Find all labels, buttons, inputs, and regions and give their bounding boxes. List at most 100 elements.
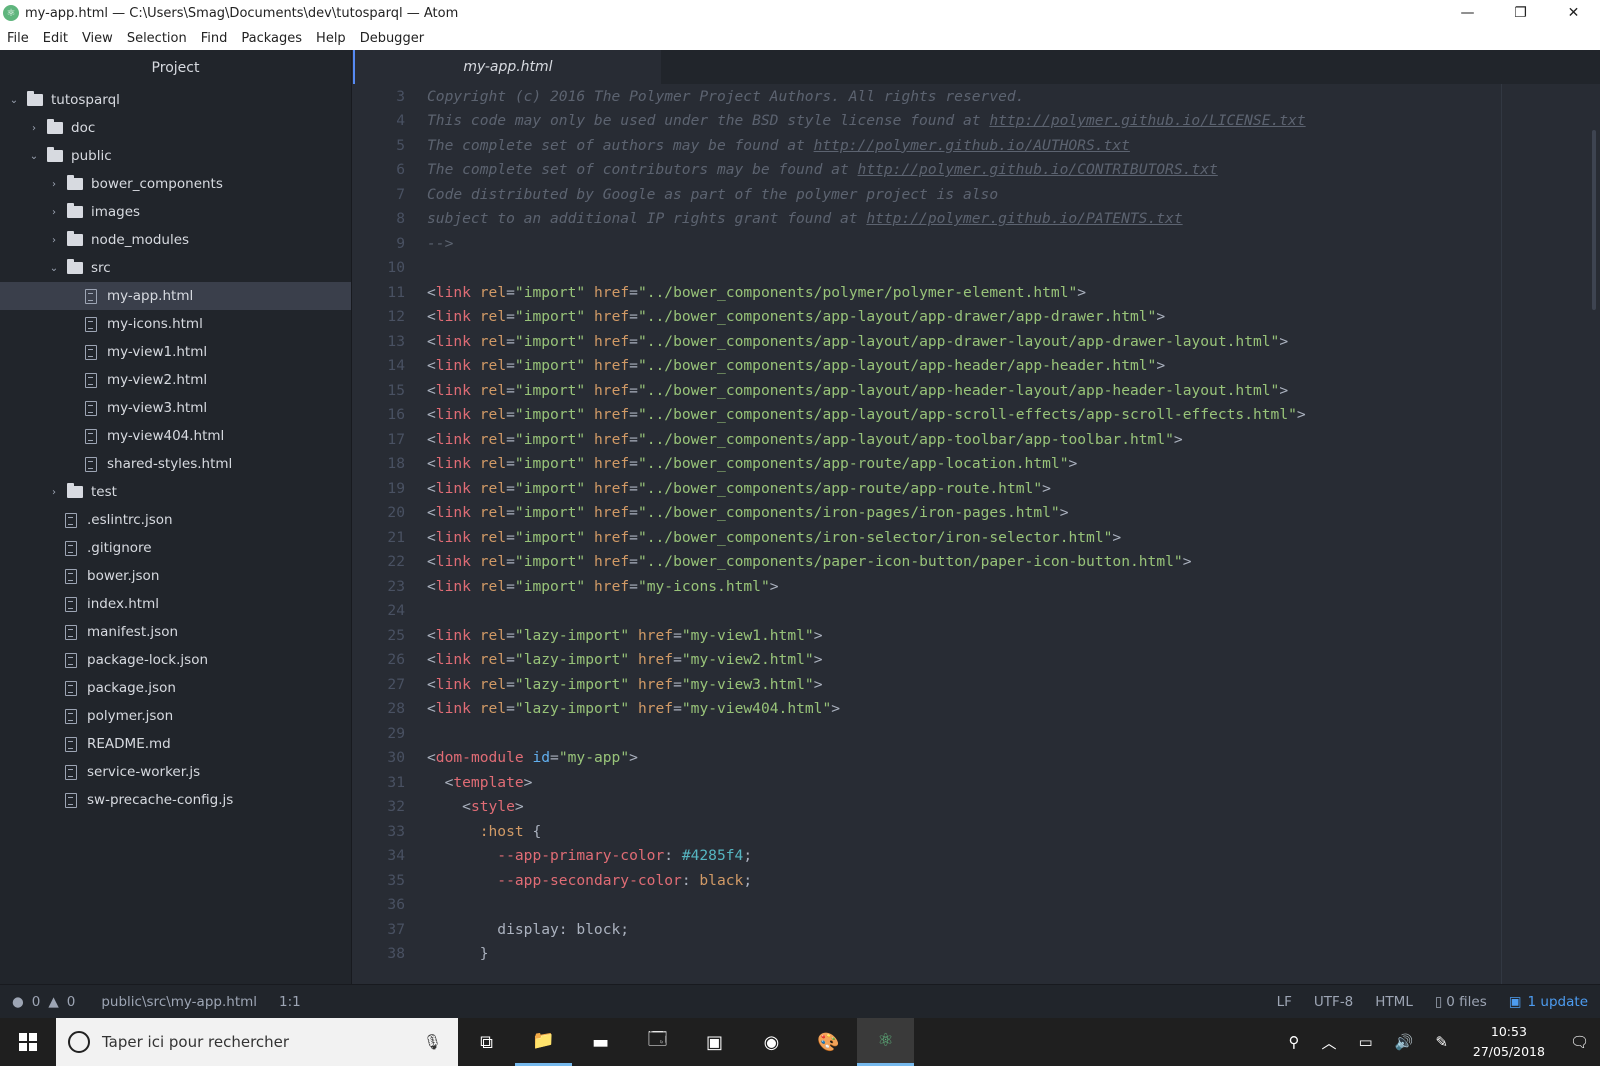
- tab-my-app-html[interactable]: my-app.html: [353, 50, 661, 84]
- chevron-down-icon[interactable]: ⌄: [47, 263, 61, 274]
- tree-item-images[interactable]: › images: [0, 198, 351, 226]
- code-line[interactable]: 14 <link rel="import" href="../bower_comp…: [353, 354, 1600, 379]
- console-app-icon[interactable]: ▣: [686, 1018, 743, 1066]
- code-line[interactable]: 24: [353, 599, 1600, 624]
- tree-item-shared-styles-html[interactable]: shared-styles.html: [0, 450, 351, 478]
- code-line[interactable]: 11 <link rel="import" href="../bower_comp…: [353, 280, 1600, 305]
- battery-icon[interactable]: ▭: [1358, 1033, 1372, 1051]
- menu-view[interactable]: View: [82, 31, 113, 46]
- code-line[interactable]: 26 <link rel="lazy-import" href="my-view2…: [353, 648, 1600, 673]
- chrome-icon[interactable]: ◉: [743, 1018, 800, 1066]
- code-line[interactable]: 17 <link rel="import" href="../bower_comp…: [353, 427, 1600, 452]
- code-line[interactable]: 15 <link rel="import" href="../bower_comp…: [353, 378, 1600, 403]
- tree-item-my-view404-html[interactable]: my-view404.html: [0, 422, 351, 450]
- code-area[interactable]: 3 Copyright (c) 2016 The Polymer Project …: [353, 84, 1600, 984]
- tree-item-doc[interactable]: › doc: [0, 114, 351, 142]
- volume-icon[interactable]: 🔊: [1395, 1033, 1414, 1051]
- chevron-down-icon[interactable]: ⌄: [27, 151, 41, 162]
- tree-item-tutosparql[interactable]: ⌄ tutosparql: [0, 86, 351, 114]
- tree-item-gitignore[interactable]: .gitignore: [0, 534, 351, 562]
- code-line[interactable]: 21 <link rel="import" href="../bower_comp…: [353, 525, 1600, 550]
- tree-item-my-icons-html[interactable]: my-icons.html: [0, 310, 351, 338]
- code-line[interactable]: 20 <link rel="import" href="../bower_comp…: [353, 501, 1600, 526]
- tree-item-manifest-json[interactable]: manifest.json: [0, 618, 351, 646]
- encoding[interactable]: UTF-8: [1314, 994, 1353, 1010]
- code-line[interactable]: 8 subject to an additional IP rights gran…: [353, 207, 1600, 232]
- start-button[interactable]: [0, 1018, 56, 1066]
- chevron-up-icon[interactable]: ︿: [1321, 1032, 1336, 1053]
- file-explorer-icon[interactable]: 📁: [515, 1018, 572, 1066]
- notifications-icon[interactable]: 🗨: [1570, 1033, 1589, 1051]
- task-view-icon[interactable]: ⧉: [458, 1018, 515, 1066]
- code-token[interactable]: http://polymer.github.io/CONTRIBUTORS.tx…: [858, 161, 1218, 178]
- git-files-status[interactable]: ▯ 0 files: [1435, 994, 1487, 1010]
- people-icon[interactable]: ⚲: [1288, 1033, 1299, 1051]
- code-line[interactable]: 4 This code may only be used under the BS…: [353, 109, 1600, 134]
- terminal-icon[interactable]: ▬: [572, 1018, 629, 1066]
- tree-item-package-json[interactable]: package.json: [0, 674, 351, 702]
- chevron-right-icon[interactable]: ›: [47, 207, 61, 218]
- tree-item-my-view2-html[interactable]: my-view2.html: [0, 366, 351, 394]
- tree-item-service-worker-js[interactable]: service-worker.js: [0, 758, 351, 786]
- close-button[interactable]: ✕: [1547, 0, 1600, 26]
- code-line[interactable]: 29: [353, 721, 1600, 746]
- error-count[interactable]: 0: [32, 994, 41, 1010]
- code-line[interactable]: 35 --app-secondary-color: black;: [353, 868, 1600, 893]
- tree-item-eslintrc-json[interactable]: .eslintrc.json: [0, 506, 351, 534]
- tree-item-bower-json[interactable]: bower.json: [0, 562, 351, 590]
- code-line[interactable]: 30 <dom-module id="my-app">: [353, 746, 1600, 771]
- tree-item-test[interactable]: › test: [0, 478, 351, 506]
- chevron-down-icon[interactable]: ⌄: [7, 95, 21, 106]
- folder-window-icon[interactable]: 🗔: [629, 1018, 686, 1066]
- updates-indicator[interactable]: ▣ 1 update: [1509, 994, 1588, 1010]
- file-path[interactable]: public\src\my-app.html: [101, 994, 257, 1010]
- microphone-icon[interactable]: 🎙: [423, 1033, 442, 1051]
- code-line[interactable]: 23 <link rel="import" href="my-icons.html…: [353, 574, 1600, 599]
- code-line[interactable]: 22 <link rel="import" href="../bower_comp…: [353, 550, 1600, 575]
- tree-item-my-view3-html[interactable]: my-view3.html: [0, 394, 351, 422]
- tree-item-node-modules[interactable]: › node_modules: [0, 226, 351, 254]
- code-line[interactable]: 16 <link rel="import" href="../bower_comp…: [353, 403, 1600, 428]
- chevron-right-icon[interactable]: ›: [27, 123, 41, 134]
- paint-icon[interactable]: 🎨: [800, 1018, 857, 1066]
- restore-button[interactable]: ❐: [1494, 0, 1547, 26]
- taskbar-search[interactable]: Taper ici pour rechercher 🎙: [56, 1018, 458, 1066]
- code-line[interactable]: 36: [353, 893, 1600, 918]
- menu-packages[interactable]: Packages: [241, 31, 302, 46]
- code-line[interactable]: 13 <link rel="import" href="../bower_comp…: [353, 329, 1600, 354]
- code-line[interactable]: 27 <link rel="lazy-import" href="my-view3…: [353, 672, 1600, 697]
- code-line[interactable]: 12 <link rel="import" href="../bower_comp…: [353, 305, 1600, 330]
- error-icon[interactable]: ●: [12, 994, 24, 1010]
- code-line[interactable]: 5 The complete set of authors may be foun…: [353, 133, 1600, 158]
- grammar[interactable]: HTML: [1375, 994, 1413, 1010]
- code-line[interactable]: 9 -->: [353, 231, 1600, 256]
- code-line[interactable]: 18 <link rel="import" href="../bower_comp…: [353, 452, 1600, 477]
- minimize-button[interactable]: —: [1441, 0, 1494, 26]
- code-line[interactable]: 3 Copyright (c) 2016 The Polymer Project …: [353, 84, 1600, 109]
- tree-item-readme-md[interactable]: README.md: [0, 730, 351, 758]
- code-line[interactable]: 32 <style>: [353, 795, 1600, 820]
- warning-count[interactable]: 0: [67, 994, 76, 1010]
- menu-file[interactable]: File: [7, 31, 29, 46]
- code-token[interactable]: http://polymer.github.io/PATENTS.txt: [866, 210, 1182, 227]
- tree-item-my-app-html[interactable]: my-app.html: [0, 282, 351, 310]
- tree-item-src[interactable]: ⌄ src: [0, 254, 351, 282]
- menu-debugger[interactable]: Debugger: [360, 31, 424, 46]
- code-line[interactable]: 25 <link rel="lazy-import" href="my-view1…: [353, 623, 1600, 648]
- warning-icon[interactable]: ▲: [48, 994, 58, 1010]
- code-line[interactable]: 31 <template>: [353, 770, 1600, 795]
- code-line[interactable]: 7 Code distributed by Google as part of t…: [353, 182, 1600, 207]
- chevron-right-icon[interactable]: ›: [47, 487, 61, 498]
- code-token[interactable]: http://polymer.github.io/AUTHORS.txt: [814, 137, 1130, 154]
- code-token[interactable]: http://polymer.github.io/LICENSE.txt: [989, 112, 1305, 129]
- code-line[interactable]: 6 The complete set of contributors may be…: [353, 158, 1600, 183]
- code-line[interactable]: 34 --app-primary-color: #4285f4;: [353, 844, 1600, 869]
- menu-edit[interactable]: Edit: [43, 31, 68, 46]
- code-line[interactable]: 38 }: [353, 942, 1600, 967]
- code-line[interactable]: 19 <link rel="import" href="../bower_comp…: [353, 476, 1600, 501]
- tree-item-public[interactable]: ⌄ public: [0, 142, 351, 170]
- vertical-scrollbar[interactable]: [1592, 130, 1596, 310]
- menu-find[interactable]: Find: [201, 31, 228, 46]
- tree-item-package-lock-json[interactable]: package-lock.json: [0, 646, 351, 674]
- line-ending[interactable]: LF: [1277, 994, 1292, 1010]
